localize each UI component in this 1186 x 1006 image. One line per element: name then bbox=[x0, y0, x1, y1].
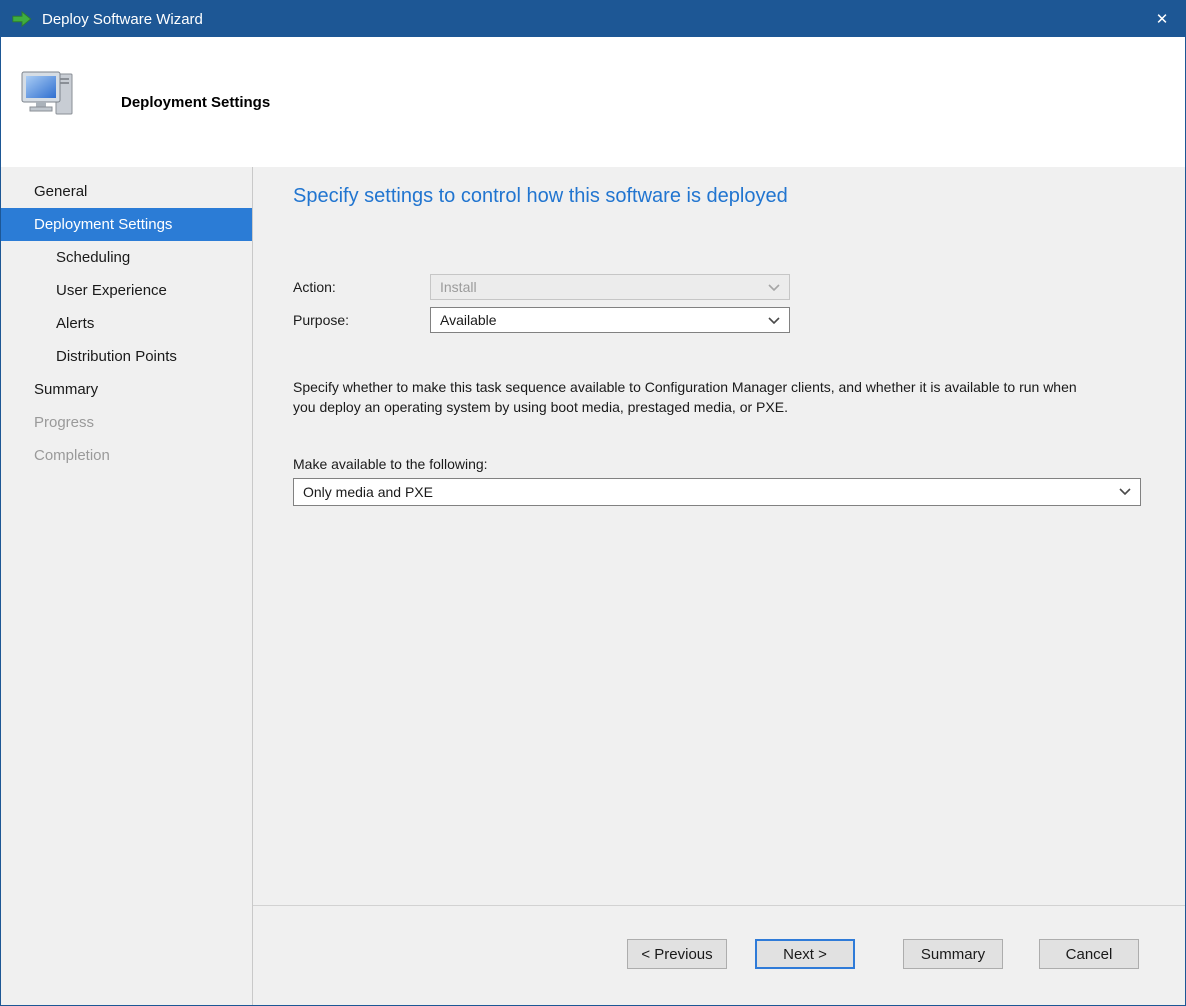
purpose-label: Purpose: bbox=[293, 312, 430, 328]
close-icon[interactable]: ✕ bbox=[1139, 1, 1185, 37]
sidebar-item-user-experience[interactable]: User Experience bbox=[1, 274, 252, 307]
action-row: Action: Install bbox=[293, 274, 1141, 300]
chevron-down-icon bbox=[768, 284, 780, 291]
sidebar-item-completion: Completion bbox=[1, 439, 252, 472]
previous-button[interactable]: < Previous bbox=[627, 939, 727, 969]
action-dropdown: Install bbox=[430, 274, 790, 300]
page-title: Deployment Settings bbox=[121, 94, 270, 111]
wizard-body: General Deployment Settings Scheduling U… bbox=[1, 167, 1185, 1005]
wizard-right-pane: Specify settings to control how this sof… bbox=[253, 167, 1185, 1005]
wizard-footer: < Previous Next > Summary Cancel bbox=[253, 905, 1185, 1005]
make-available-value: Only media and PXE bbox=[303, 484, 433, 500]
content-heading: Specify settings to control how this sof… bbox=[293, 185, 1141, 208]
wizard-header: Deployment Settings bbox=[1, 37, 1185, 167]
chevron-down-icon bbox=[768, 317, 780, 324]
summary-button[interactable]: Summary bbox=[903, 939, 1003, 969]
sidebar-item-progress: Progress bbox=[1, 406, 252, 439]
wizard-steps-sidebar: General Deployment Settings Scheduling U… bbox=[1, 167, 253, 1005]
make-available-label: Make available to the following: bbox=[293, 456, 1141, 472]
window-title: Deploy Software Wizard bbox=[42, 11, 203, 28]
availability-description: Specify whether to make this task sequen… bbox=[293, 377, 1103, 418]
make-available-dropdown[interactable]: Only media and PXE bbox=[293, 478, 1141, 506]
action-label: Action: bbox=[293, 279, 430, 295]
sidebar-item-summary[interactable]: Summary bbox=[1, 373, 252, 406]
sidebar-item-distribution-points[interactable]: Distribution Points bbox=[1, 340, 252, 373]
sidebar-item-scheduling[interactable]: Scheduling bbox=[1, 241, 252, 274]
sidebar-item-deployment-settings[interactable]: Deployment Settings bbox=[1, 208, 252, 241]
wizard-green-arrow-icon bbox=[11, 8, 33, 30]
deploy-software-wizard-window: Deploy Software Wizard ✕ Depl bbox=[0, 0, 1186, 1006]
purpose-dropdown[interactable]: Available bbox=[430, 307, 790, 333]
chevron-down-icon bbox=[1119, 488, 1131, 495]
next-button[interactable]: Next > bbox=[755, 939, 855, 969]
sidebar-item-general[interactable]: General bbox=[1, 175, 252, 208]
sidebar-item-alerts[interactable]: Alerts bbox=[1, 307, 252, 340]
deployment-settings-page: Specify settings to control how this sof… bbox=[253, 167, 1185, 905]
cancel-button[interactable]: Cancel bbox=[1039, 939, 1139, 969]
action-value: Install bbox=[440, 279, 477, 295]
titlebar: Deploy Software Wizard ✕ bbox=[1, 1, 1185, 37]
purpose-row: Purpose: Available bbox=[293, 307, 1141, 333]
purpose-value: Available bbox=[440, 312, 497, 328]
computer-icon bbox=[19, 67, 77, 123]
